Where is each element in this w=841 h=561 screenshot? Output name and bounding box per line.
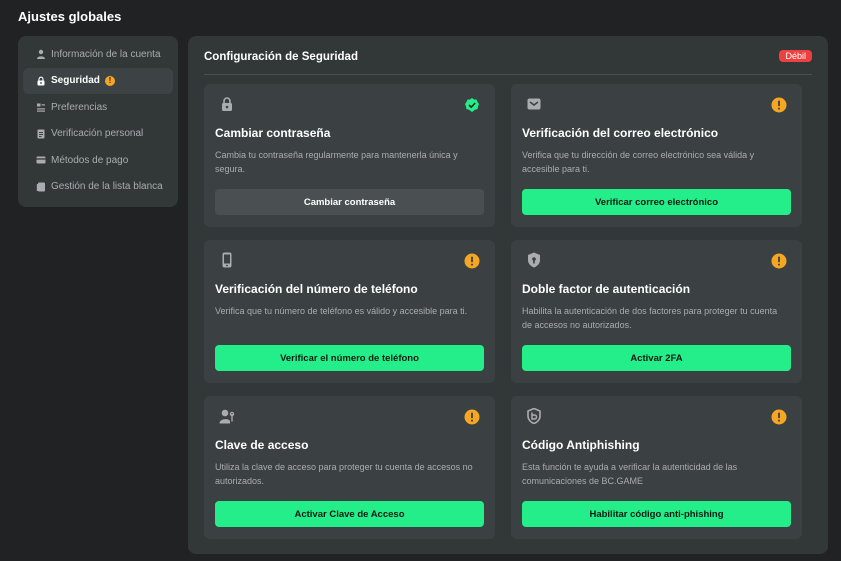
anti-phishing-icon	[526, 407, 542, 425]
warning-icon	[771, 253, 787, 269]
section-header: Configuración de Seguridad Débil	[204, 49, 812, 75]
sidebar-item-personal-verification[interactable]: Verificación personal	[23, 121, 173, 148]
warning-icon	[771, 97, 787, 113]
sidebar-item-account-info[interactable]: Información de la cuenta	[23, 41, 173, 68]
card-two-factor: Doble factor de autenticación Habilita l…	[511, 240, 802, 383]
email-icon	[526, 96, 542, 112]
card-title: Código Antiphishing	[522, 438, 640, 452]
warning-icon: !	[104, 75, 115, 86]
sidebar-item-preferences[interactable]: Preferencias	[23, 94, 173, 121]
user-icon	[36, 49, 46, 60]
whitelist-icon	[36, 182, 46, 192]
lock-icon	[36, 76, 46, 86]
sidebar-item-security[interactable]: Seguridad !	[23, 67, 173, 94]
sidebar-item-label: Información de la cuenta	[51, 48, 161, 60]
card-description: Habilita la autenticación de dos factore…	[522, 306, 778, 330]
card-title: Verificación del número de teléfono	[215, 282, 418, 296]
preferences-icon	[36, 102, 46, 112]
enable-passkey-button[interactable]: Activar Clave de Acceso	[215, 501, 484, 527]
verify-email-button[interactable]: Verificar correo electrónico	[522, 189, 791, 215]
card-title: Doble factor de autenticación	[522, 282, 691, 296]
card-description: Utiliza la clave de acceso para proteger…	[215, 462, 473, 486]
page-title: Ajustes globales	[18, 9, 122, 24]
verify-phone-button[interactable]: Verificar el número de teléfono	[215, 345, 484, 371]
id-document-icon	[36, 129, 46, 139]
warning-icon	[464, 409, 480, 425]
shield-icon	[526, 252, 542, 268]
card-description: Cambia tu contraseña regularmente para m…	[215, 150, 458, 174]
card-passkey: Clave de acceso Utiliza la clave de acce…	[204, 396, 495, 539]
sidebar-item-label: Métodos de pago	[51, 154, 129, 166]
check-icon	[464, 97, 480, 113]
sidebar-item-payment-methods[interactable]: Métodos de pago	[23, 147, 173, 174]
lock-icon	[219, 96, 235, 112]
security-strength-badge: Débil	[779, 50, 812, 62]
sidebar-item-label: Preferencias	[51, 101, 108, 113]
sidebar-item-label: Gestión de la lista blanca	[51, 181, 163, 193]
card-change-password: Cambiar contraseña Cambia tu contraseña …	[204, 84, 495, 227]
enable-anti-phishing-button[interactable]: Habilitar código anti-phishing	[522, 501, 791, 527]
card-description: Verifica que tu dirección de correo elec…	[522, 150, 755, 174]
card-description: Esta función te ayuda a verificar la aut…	[522, 462, 738, 486]
card-title: Verificación del correo electrónico	[522, 126, 719, 140]
settings-sidebar: Información de la cuenta Seguridad ! Pre…	[18, 36, 178, 207]
credit-card-icon	[36, 155, 46, 165]
sidebar-item-label: Verificación personal	[51, 128, 144, 140]
passkey-icon	[219, 408, 235, 424]
card-phone-verification: Verificación del número de teléfono Veri…	[204, 240, 495, 383]
card-title: Cambiar contraseña	[215, 126, 331, 140]
sidebar-item-whitelist[interactable]: Gestión de la lista blanca	[23, 174, 173, 201]
section-title: Configuración de Seguridad	[204, 51, 358, 63]
card-title: Clave de acceso	[215, 438, 309, 452]
warning-icon	[771, 409, 787, 425]
card-anti-phishing: Código Antiphishing Esta función te ayud…	[511, 396, 802, 539]
change-password-button[interactable]: Cambiar contraseña	[215, 189, 484, 215]
phone-icon	[219, 252, 235, 268]
sidebar-item-label: Seguridad	[51, 75, 100, 87]
card-description: Verifica que tu número de teléfono es vá…	[215, 306, 468, 316]
card-email-verification: Verificación del correo electrónico Veri…	[511, 84, 802, 227]
security-settings-panel: Configuración de Seguridad Débil Cambiar…	[188, 36, 828, 554]
enable-2fa-button[interactable]: Activar 2FA	[522, 345, 791, 371]
warning-icon	[464, 253, 480, 269]
